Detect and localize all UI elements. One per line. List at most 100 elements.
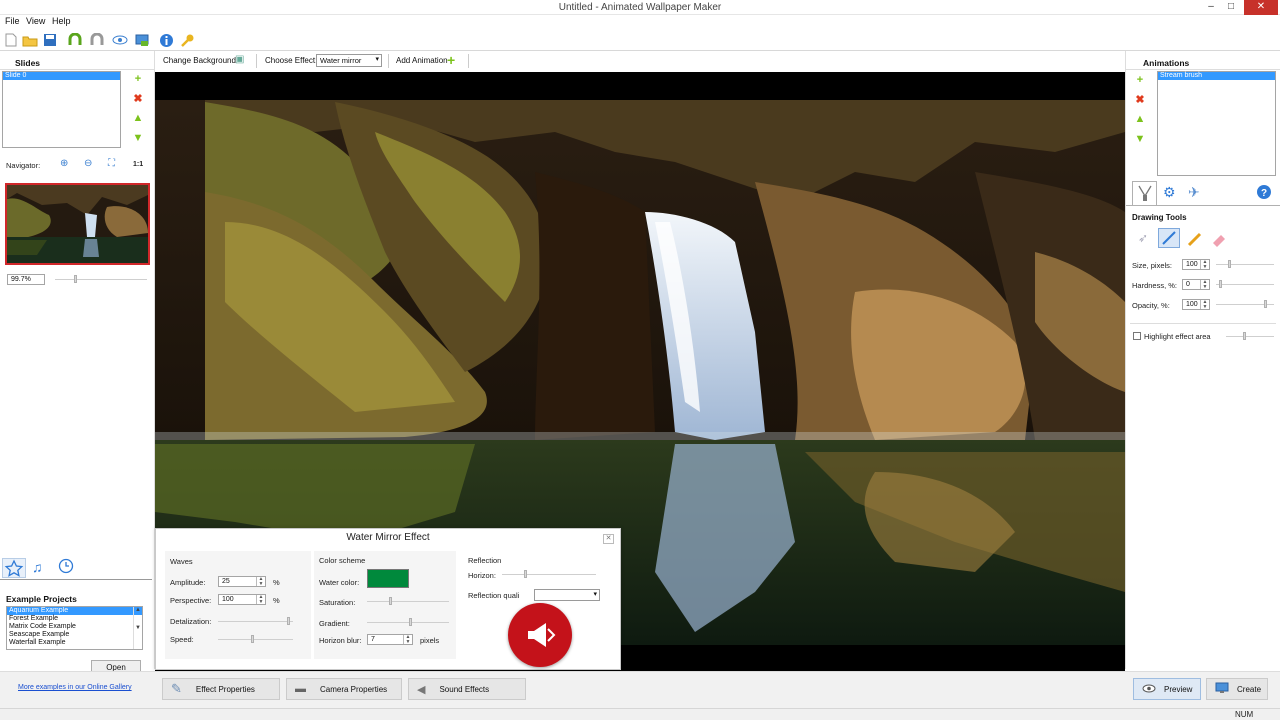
pencil-tool-icon[interactable] bbox=[1186, 230, 1204, 250]
background-image-icon[interactable]: ▣ bbox=[235, 54, 244, 65]
redo-icon[interactable] bbox=[88, 31, 106, 49]
list-scrollbar[interactable]: ▲ ▼ bbox=[133, 607, 142, 649]
opacity-spinner[interactable]: ▲ ▼ bbox=[1200, 300, 1209, 309]
zoom-in-icon[interactable]: ⊕ bbox=[60, 158, 68, 169]
gradient-slider[interactable] bbox=[367, 622, 449, 623]
menu-help[interactable]: Help bbox=[52, 16, 71, 26]
horizon-slider[interactable] bbox=[502, 574, 596, 575]
mute-icon[interactable] bbox=[508, 603, 572, 667]
delete-slide-button[interactable]: ✖ bbox=[132, 93, 144, 105]
gradient-slider-thumb[interactable] bbox=[409, 618, 412, 626]
sound-effects-button[interactable]: ◀ Sound Effects bbox=[408, 678, 526, 700]
animations-list[interactable]: Stream brush bbox=[1157, 71, 1276, 176]
undo-icon[interactable] bbox=[66, 31, 84, 49]
menu-file[interactable]: File bbox=[5, 16, 20, 26]
delete-animation-icon[interactable]: ✖ bbox=[1134, 94, 1146, 106]
highlight-checkbox[interactable] bbox=[1133, 332, 1141, 340]
speed-slider[interactable] bbox=[218, 639, 293, 640]
hardness-slider-thumb[interactable] bbox=[1219, 280, 1222, 288]
brush-tool-icon[interactable] bbox=[1158, 228, 1180, 248]
detalization-slider[interactable] bbox=[218, 621, 293, 622]
info-icon[interactable] bbox=[157, 31, 175, 49]
export-icon[interactable] bbox=[133, 31, 151, 49]
speaker-icon: ◀ bbox=[417, 683, 426, 696]
zoom-1to1-button[interactable]: 1:1 bbox=[133, 161, 143, 168]
change-background-button[interactable]: Change Background bbox=[163, 56, 236, 65]
detalization-slider-thumb[interactable] bbox=[287, 617, 290, 625]
fit-icon[interactable]: ⛶ bbox=[108, 158, 115, 169]
wand-icon[interactable]: ✈ bbox=[1188, 184, 1200, 201]
add-animation-button[interactable]: Add Animation bbox=[396, 56, 448, 65]
zoom-slider[interactable] bbox=[55, 279, 147, 280]
list-item[interactable]: Matrix Code Example bbox=[7, 623, 142, 631]
amplitude-spinner[interactable]: ▲ ▼ bbox=[256, 577, 265, 586]
navigator-thumbnail[interactable] bbox=[5, 183, 150, 265]
list-item[interactable]: Aquarium Example bbox=[7, 607, 142, 615]
preview-button[interactable]: Preview bbox=[1133, 678, 1201, 700]
tab-examples[interactable] bbox=[2, 558, 26, 578]
opacity-slider-thumb[interactable] bbox=[1264, 300, 1267, 308]
horizon-blur-input[interactable]: 7 ▲ ▼ bbox=[367, 634, 413, 645]
tab-brush[interactable] bbox=[1132, 181, 1157, 205]
gear-icon[interactable]: ⚙ bbox=[1163, 184, 1176, 201]
zoom-out-icon[interactable]: ⊖ bbox=[84, 158, 92, 169]
clock-icon[interactable] bbox=[58, 558, 74, 576]
example-projects-list[interactable]: Aquarium Example Forest Example Matrix C… bbox=[6, 606, 143, 650]
maximize-button[interactable]: □ bbox=[1221, 0, 1241, 15]
saturation-slider-thumb[interactable] bbox=[389, 597, 392, 605]
perspective-input[interactable]: 100 ▲ ▼ bbox=[218, 594, 266, 605]
slide-item[interactable]: Slide 0 bbox=[3, 72, 120, 80]
reflection-quality-select[interactable]: ▾ bbox=[534, 589, 600, 601]
hardness-slider[interactable] bbox=[1216, 284, 1274, 285]
list-item[interactable]: Seascape Example bbox=[7, 631, 142, 639]
open-folder-icon[interactable] bbox=[21, 31, 39, 49]
close-button[interactable]: ✕ bbox=[1244, 0, 1278, 15]
size-slider-thumb[interactable] bbox=[1228, 260, 1231, 268]
move-up-button[interactable]: ▲ bbox=[132, 112, 144, 124]
menu-view[interactable]: View bbox=[26, 16, 45, 26]
list-item[interactable]: Waterfall Example bbox=[7, 639, 142, 647]
opacity-input[interactable]: 100 ▲ ▼ bbox=[1182, 299, 1210, 310]
effect-properties-button[interactable]: ✎ Effect Properties bbox=[162, 678, 280, 700]
highlight-slider-thumb[interactable] bbox=[1243, 332, 1246, 340]
move-down-icon[interactable]: ▼ bbox=[1134, 133, 1146, 145]
create-button[interactable]: Create bbox=[1206, 678, 1268, 700]
size-spinner[interactable]: ▲ ▼ bbox=[1200, 260, 1209, 269]
size-slider[interactable] bbox=[1216, 264, 1274, 265]
new-file-icon[interactable] bbox=[2, 31, 20, 49]
online-gallery-link-text[interactable]: More examples in our Online Gallery bbox=[18, 684, 132, 691]
move-up-icon[interactable]: ▲ bbox=[1134, 113, 1146, 125]
amplitude-input[interactable]: 25 ▲ ▼ bbox=[218, 576, 266, 587]
help-icon[interactable]: ? bbox=[1256, 184, 1272, 202]
zoom-value-field[interactable]: 99.7% bbox=[7, 274, 45, 285]
water-color-swatch[interactable] bbox=[367, 569, 409, 588]
hardness-spinner[interactable]: ▲ ▼ bbox=[1200, 280, 1209, 289]
preview-eye-icon[interactable] bbox=[111, 31, 129, 49]
slides-list[interactable]: Slide 0 bbox=[2, 71, 121, 148]
hardness-input[interactable]: 0 ▲ ▼ bbox=[1182, 279, 1210, 290]
add-icon[interactable]: + bbox=[447, 52, 455, 68]
online-gallery-link[interactable]: More examples in our Online Gallery bbox=[18, 684, 132, 691]
add-slide-button[interactable]: + bbox=[132, 73, 144, 85]
zoom-slider-thumb[interactable] bbox=[74, 275, 77, 283]
camera-properties-button[interactable]: ▬ Camera Properties bbox=[286, 678, 402, 700]
minimize-button[interactable]: – bbox=[1201, 0, 1221, 15]
music-note-icon[interactable]: ♫ bbox=[32, 559, 43, 575]
list-item[interactable]: Forest Example bbox=[7, 615, 142, 623]
move-down-button[interactable]: ▼ bbox=[132, 132, 144, 144]
highlight-slider[interactable] bbox=[1226, 336, 1274, 337]
key-icon[interactable] bbox=[178, 31, 196, 49]
dialog-close-button[interactable]: ✕ bbox=[603, 534, 614, 544]
effect-select[interactable]: Water mirror ▾ bbox=[316, 54, 382, 67]
horizon-slider-thumb[interactable] bbox=[524, 570, 527, 578]
save-icon[interactable] bbox=[41, 31, 59, 49]
animation-item[interactable]: Stream brush bbox=[1158, 72, 1275, 80]
speed-slider-thumb[interactable] bbox=[251, 635, 254, 643]
horizon-blur-spinner[interactable]: ▲ ▼ bbox=[403, 635, 412, 644]
saturation-slider[interactable] bbox=[367, 601, 449, 602]
add-animation-icon[interactable]: + bbox=[1134, 74, 1146, 86]
perspective-spinner[interactable]: ▲ ▼ bbox=[256, 595, 265, 604]
pointer-tool-icon[interactable]: ➶ bbox=[1138, 231, 1148, 245]
eraser-tool-icon[interactable] bbox=[1210, 230, 1228, 250]
size-input[interactable]: 100 ▲ ▼ bbox=[1182, 259, 1210, 270]
